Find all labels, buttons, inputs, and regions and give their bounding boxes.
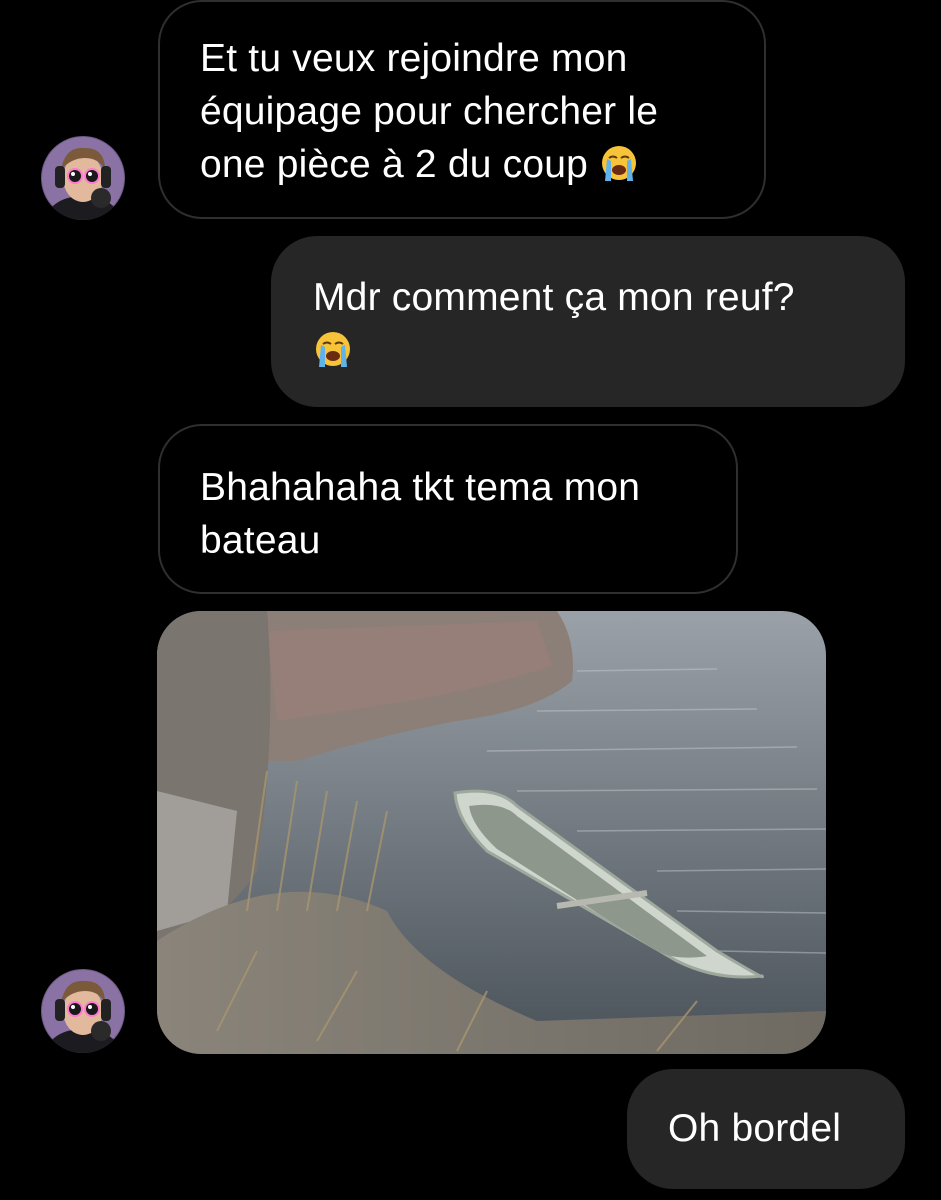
message-text: Bhahahaha tkt tema mon bateau xyxy=(200,466,641,562)
loudly-crying-face-icon xyxy=(316,332,350,367)
message-text: Oh bordel xyxy=(668,1107,842,1150)
contact-avatar[interactable] xyxy=(41,136,125,220)
incoming-message-bubble[interactable]: Bhahahaha tkt tema mon bateau xyxy=(158,424,738,594)
avatar-image xyxy=(41,969,125,1053)
message-text: Mdr comment ça mon reuf? xyxy=(313,276,795,319)
contact-avatar[interactable] xyxy=(41,969,125,1053)
shared-photo[interactable] xyxy=(157,611,826,1054)
boat-photo-image xyxy=(157,611,826,1054)
outgoing-message-bubble[interactable]: Mdr comment ça mon reuf? xyxy=(271,236,905,407)
incoming-message-bubble[interactable]: Et tu veux rejoindre mon équipage pour c… xyxy=(158,0,766,219)
avatar-image xyxy=(41,136,125,220)
loudly-crying-face-icon xyxy=(602,146,637,181)
message-text: Et tu veux rejoindre mon équipage pour c… xyxy=(200,37,659,186)
outgoing-message-bubble[interactable]: Oh bordel xyxy=(627,1069,905,1189)
